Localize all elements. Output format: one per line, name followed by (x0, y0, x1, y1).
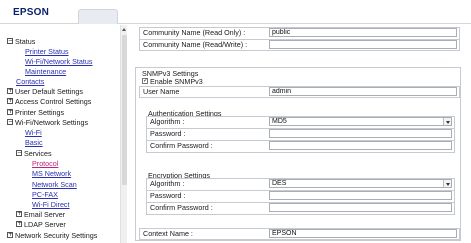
enc-password-label: Password : (150, 191, 186, 200)
sidebar-item-wifi-network-settings[interactable]: − Wi-Fi/Network Settings (7, 118, 88, 128)
collapse-icon[interactable]: − (16, 150, 22, 157)
sidebar-item-label: Access Control Settings (15, 97, 92, 106)
sidebar-item-printer-settings[interactable]: + Printer Settings (7, 108, 64, 118)
sidebar-item-printer-status[interactable]: Printer Status (25, 47, 69, 57)
header-tab[interactable] (78, 9, 118, 24)
sidebar-item-network-security-settings[interactable]: + Network Security Settings (7, 231, 97, 241)
expand-icon[interactable]: + (7, 109, 13, 116)
sidebar-item-maintenance[interactable]: Maintenance (25, 67, 66, 77)
auth-confirm-password-label: Confirm Password : (150, 141, 213, 150)
sidebar-item-user-default-settings[interactable]: + User Default Settings (7, 87, 83, 97)
sidebar-nav: − Status Printer Status Wi-Fi/Network Sta… (0, 25, 126, 243)
community-read-only-input[interactable]: public (269, 28, 457, 37)
main-panel: Community Name (Read Only) : public Comm… (128, 25, 471, 243)
auth-algorithm-label: Algorithm : (150, 117, 185, 126)
community-read-write-input[interactable] (269, 40, 457, 49)
chevron-down-icon[interactable] (443, 118, 451, 125)
sidebar-item-protocol[interactable]: Protocol (32, 159, 58, 169)
user-name-label: User Name (143, 87, 180, 96)
sidebar-item-email-server[interactable]: + Email Server (16, 210, 65, 220)
enc-password-input[interactable] (269, 191, 452, 200)
enc-algorithm-value: DES (272, 180, 287, 187)
auth-confirm-password-input[interactable] (269, 141, 452, 150)
sidebar-item-label: Email Server (24, 210, 66, 219)
epson-logo: EPSON (13, 7, 50, 18)
sidebar-item-label: LDAP Server (24, 220, 66, 229)
sidebar-item-ms-network[interactable]: MS Network (32, 169, 71, 179)
enable-snmpv3-row[interactable]: ✓ Enable SNMPv3 (142, 77, 203, 86)
sidebar-item-label: Status (15, 37, 36, 46)
sidebar-item-contacts[interactable]: Contacts (16, 77, 44, 87)
chevron-down-icon[interactable] (443, 180, 451, 187)
sidebar-item-wifi[interactable]: Wi-Fi (25, 128, 42, 138)
sidebar-item-access-control-settings[interactable]: + Access Control Settings (7, 97, 91, 107)
sidebar-item-services[interactable]: − Services (16, 149, 52, 159)
sidebar-item-network-scan[interactable]: Network Scan (32, 180, 77, 190)
expand-icon[interactable]: + (16, 221, 22, 228)
sidebar-scrollbar[interactable] (120, 25, 127, 243)
sidebar-item-label: User Default Settings (15, 87, 83, 96)
collapse-icon[interactable]: − (7, 38, 13, 45)
expand-icon[interactable]: + (7, 232, 13, 239)
scrollbar-thumb[interactable] (122, 35, 127, 185)
auth-password-input[interactable] (269, 129, 452, 138)
user-name-input[interactable]: admin (269, 87, 457, 96)
sidebar-item-wifi-direct[interactable]: Wi-Fi Direct (32, 200, 70, 210)
app-header: EPSON (0, 0, 471, 24)
scroll-up-icon[interactable] (122, 28, 126, 31)
sidebar-item-pc-fax[interactable]: PC-FAX (32, 190, 58, 200)
community-read-only-label: Community Name (Read Only) : (143, 28, 246, 37)
auth-password-label: Password : (150, 129, 186, 138)
expand-icon[interactable]: + (7, 98, 13, 105)
enable-snmpv3-label: Enable SNMPv3 (150, 77, 203, 86)
sidebar-item-label: Wi-Fi/Network Settings (15, 118, 89, 127)
auth-algorithm-value: MD5 (272, 118, 287, 125)
expand-icon[interactable]: + (16, 211, 22, 218)
community-read-write-label: Community Name (Read/Write) : (143, 40, 248, 49)
sidebar-item-label: Printer Settings (15, 108, 65, 117)
sidebar-item-label: Services (24, 149, 52, 158)
sidebar-item-ldap-server[interactable]: + LDAP Server (16, 220, 66, 230)
enc-confirm-password-label: Confirm Password : (150, 203, 213, 212)
auth-algorithm-select[interactable]: MD5 (269, 117, 452, 126)
enc-confirm-password-input[interactable] (269, 203, 452, 212)
context-name-label: Context Name : (143, 229, 193, 238)
sidebar-item-wifi-network-status[interactable]: Wi-Fi/Network Status (25, 57, 93, 67)
context-name-input[interactable]: EPSON (269, 229, 457, 238)
collapse-icon[interactable]: − (7, 119, 13, 126)
enc-algorithm-label: Algorithm : (150, 179, 185, 188)
sidebar-item-status[interactable]: − Status (7, 37, 35, 47)
sidebar-item-basic[interactable]: Basic (25, 138, 43, 148)
expand-icon[interactable]: + (7, 88, 13, 95)
sidebar-item-label: Network Security Settings (15, 231, 98, 240)
enable-snmpv3-checkbox[interactable]: ✓ (142, 78, 148, 85)
enc-algorithm-select[interactable]: DES (269, 179, 452, 188)
